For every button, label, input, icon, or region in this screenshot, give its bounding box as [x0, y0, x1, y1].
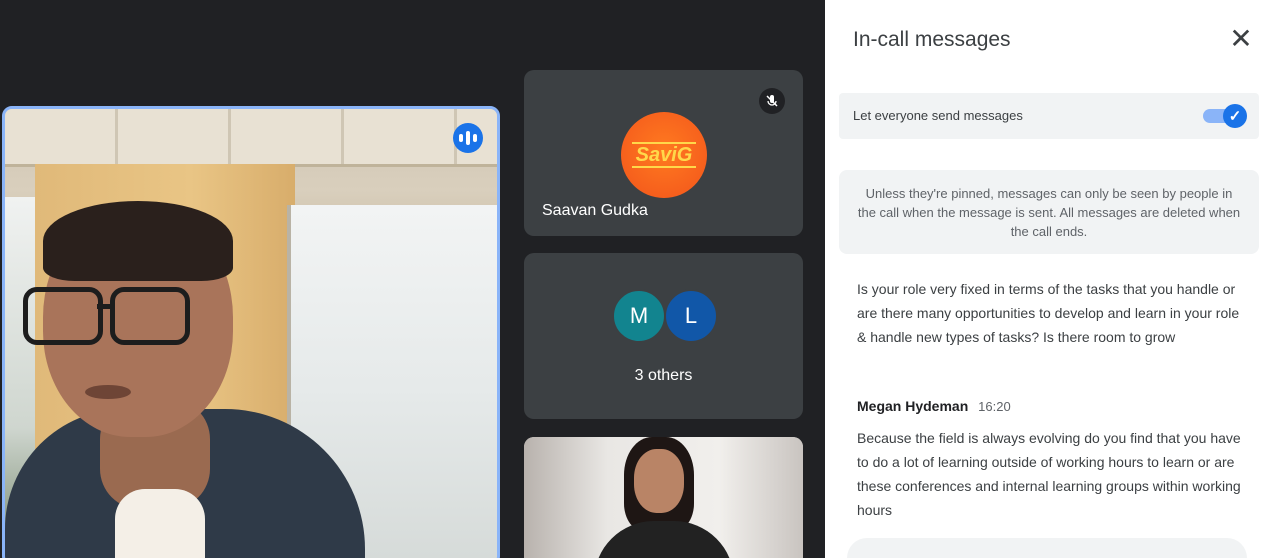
message-input[interactable]	[847, 538, 1247, 558]
background-ceiling	[5, 109, 497, 167]
speaker-hair	[43, 201, 233, 281]
check-icon: ✓	[1223, 104, 1247, 128]
avatar-logo-text: SaviG	[631, 142, 697, 168]
mic-off-icon	[759, 88, 785, 114]
others-count-label: 3 others	[634, 367, 693, 384]
participant-avatar: SaviG	[621, 112, 707, 198]
glasses-bridge	[97, 304, 115, 309]
glasses-lens-right	[110, 287, 190, 345]
message-text: Because the field is always evolving do …	[857, 430, 1241, 518]
message-time: 16:20	[978, 399, 1011, 414]
messages-notice: Unless they're pinned, messages can only…	[839, 170, 1259, 254]
panel-title: In-call messages	[853, 28, 1011, 51]
participant-name: Saavan Gudka	[542, 202, 648, 219]
participant-tile-others[interactable]: M L 3 others	[524, 253, 803, 419]
close-icon: ✕	[1229, 23, 1253, 54]
message-sender: Megan Hydeman	[857, 398, 969, 414]
close-button[interactable]: ✕	[1224, 22, 1258, 56]
message-text: Is your role very fixed in terms of the …	[857, 281, 1240, 345]
glasses-lens-left	[23, 287, 103, 345]
participant-avatar-m: M	[612, 289, 666, 343]
participant-tile-saavan[interactable]: SaviG Saavan Gudka	[524, 70, 803, 236]
toggle-label: Let everyone send messages	[853, 108, 1023, 123]
speaker-shirt	[115, 489, 205, 558]
speaking-icon	[453, 123, 483, 153]
participant-avatar-l: L	[664, 289, 718, 343]
in-call-messages-panel: In-call messages ✕ Let everyone send mes…	[825, 0, 1268, 558]
main-speaker-tile[interactable]	[2, 106, 500, 558]
message-permission-row: Let everyone send messages ✓	[839, 93, 1259, 139]
send-messages-toggle[interactable]: ✓	[1203, 104, 1247, 128]
participant-tile-video[interactable]	[524, 437, 803, 558]
message-header: Megan Hydeman 16:20	[857, 398, 1011, 414]
participant-face	[634, 449, 684, 513]
speaker-mouth	[85, 385, 131, 399]
video-stage: SaviG Saavan Gudka M L 3 others	[0, 0, 825, 558]
